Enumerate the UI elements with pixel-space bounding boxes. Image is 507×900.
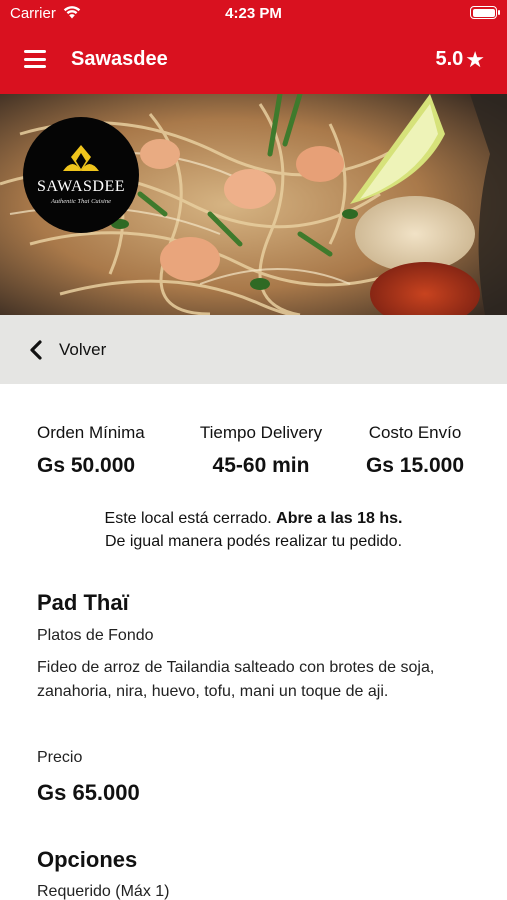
shipping-cost: Costo Envío Gs 15.000 — [356, 423, 474, 478]
logo-wordmark: SAWASDEE — [37, 178, 125, 195]
back-button[interactable]: Volver — [0, 315, 507, 384]
opens-at-text: Abre a las 18 hs. — [276, 510, 403, 527]
status-time: 4:23 PM — [225, 5, 282, 22]
min-order-value: Gs 50.000 — [37, 454, 136, 477]
chevron-left-icon — [30, 340, 42, 360]
shipping-cost-label: Costo Envío — [368, 423, 462, 442]
order-anyway-text: De igual manera podés realizar tu pedido… — [104, 533, 403, 550]
price-label: Precio — [37, 749, 83, 766]
battery-icon — [470, 6, 500, 19]
delivery-info: Orden Mínima Gs 50.000 Tiempo Delivery 4… — [0, 423, 507, 483]
delivery-time: Tiempo Delivery 45-60 min — [188, 423, 334, 478]
back-label: Volver — [59, 340, 107, 359]
restaurant-logo: SAWASDEE Authentic Thai Cuisine — [23, 117, 139, 233]
closed-notice: Este local está cerrado. Abre a las 18 h… — [0, 507, 507, 553]
hamburger-menu-icon[interactable] — [24, 50, 46, 68]
product-title: Pad Thaï — [37, 590, 129, 615]
sawasdee-logo-graphic: SAWASDEE Authentic Thai Cuisine — [37, 145, 125, 205]
min-order: Orden Mínima Gs 50.000 — [37, 423, 164, 478]
product-category: Platos de Fondo — [37, 627, 154, 644]
product-description: Fideo de arroz de Tailandia salteado con… — [37, 659, 435, 700]
options-requirement: Requerido (Máx 1) — [37, 883, 170, 900]
delivery-time-label: Tiempo Delivery — [199, 423, 323, 442]
status-bar: Carrier 4:23 PM — [0, 0, 507, 26]
product-price: Gs 65.000 — [37, 780, 140, 805]
restaurant-title: Sawasdee — [71, 48, 168, 70]
delivery-time-value: 45-60 min — [212, 454, 310, 477]
shipping-cost-value: Gs 15.000 — [365, 454, 465, 477]
star-icon: ★ — [465, 46, 485, 72]
min-order-label: Orden Mínima — [37, 423, 145, 442]
logo-tagline: Authentic Thai Cuisine — [50, 198, 111, 205]
options-title: Opciones — [37, 847, 138, 872]
closed-text: Este local está cerrado. — [104, 510, 272, 527]
rating-value: 5.0 — [435, 48, 464, 70]
app-bar: Sawasdee 5.0 ★ — [0, 26, 507, 94]
rating: 5.0 ★ — [435, 48, 485, 71]
